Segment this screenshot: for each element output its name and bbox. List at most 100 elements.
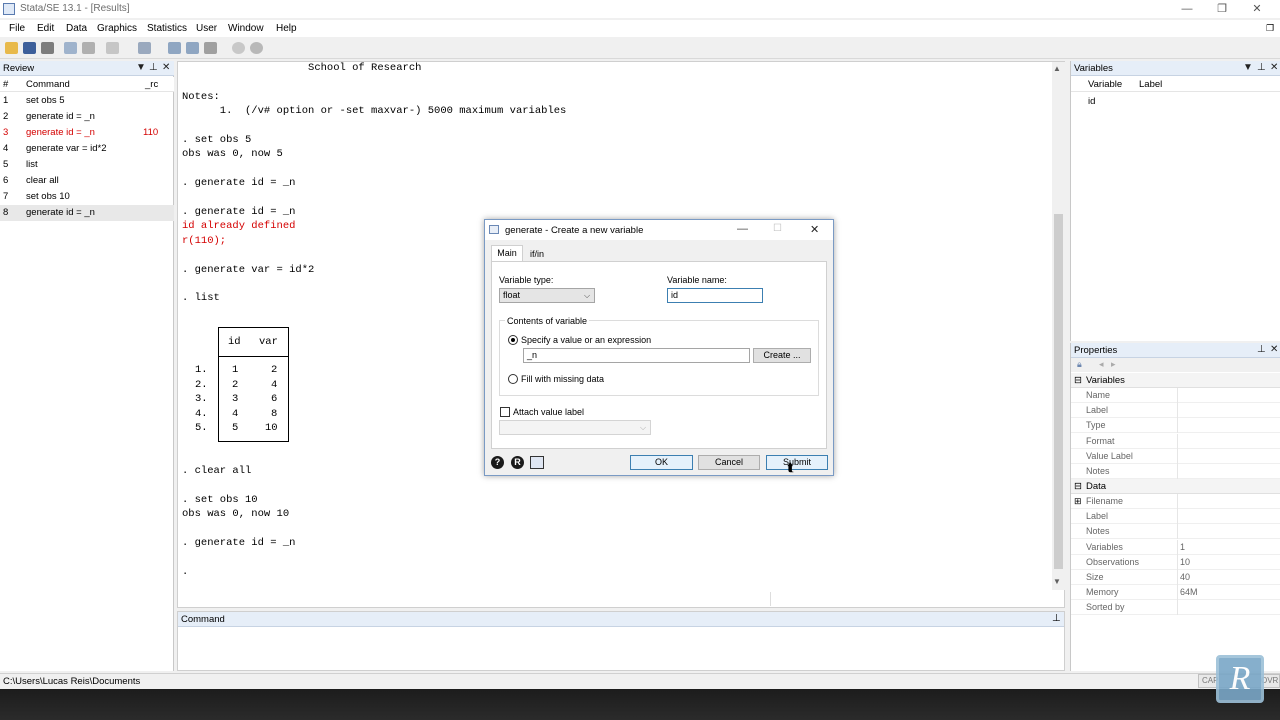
menu-help[interactable]: Help [276,23,297,34]
dialog-close-icon[interactable]: ✕ [810,223,819,236]
graph-icon[interactable] [106,42,119,54]
help-icon[interactable]: ? [491,456,504,469]
property-row[interactable]: Notes [1071,524,1280,540]
print-icon[interactable] [41,42,54,54]
menu-file[interactable]: File [9,23,25,34]
collapse-icon[interactable]: ⊟ [1074,373,1082,388]
ok-button[interactable]: OK [630,455,693,470]
properties-data-section[interactable]: ⊟ Data [1071,479,1280,494]
create-button[interactable]: Create ... [753,348,811,363]
do-file-editor-icon[interactable] [138,42,151,54]
forward-arrow-icon[interactable]: ▸ [1111,359,1116,370]
open-icon[interactable] [5,42,18,54]
reset-icon[interactable]: R [511,456,524,469]
property-label: Size [1086,572,1104,582]
cancel-button[interactable]: Cancel [698,455,760,470]
more-icon[interactable] [232,42,245,54]
save-icon[interactable] [23,42,36,54]
col-command[interactable]: Command [26,79,70,90]
col-rc[interactable]: _rc [145,79,158,90]
property-row[interactable]: Variables 1 [1071,539,1280,555]
expression-input[interactable]: _n [523,348,750,363]
results-line: obs was 0, now 5 [182,148,283,161]
properties-close-icon[interactable]: ✕ [1270,344,1278,355]
dialog-maximize-icon[interactable]: ☐ [773,223,782,234]
property-row[interactable]: Size 40 [1071,570,1280,585]
variable-type-select[interactable]: float ⌵ [499,288,595,303]
missing-radio[interactable] [508,374,518,384]
variable-name-input[interactable]: id [667,288,763,303]
menu-window[interactable]: Window [228,23,264,34]
minimize-button[interactable]: — [1170,0,1204,18]
property-row[interactable]: Format [1071,433,1280,449]
variables-filter-icon[interactable]: ▼ [1243,62,1253,73]
data-browser-icon[interactable] [186,42,199,54]
col-label[interactable]: Label [1139,79,1162,90]
review-row[interactable]: 2 generate id = _n [0,109,174,125]
command-pin-icon[interactable]: ⊥ [1052,613,1061,624]
menu-graphics[interactable]: Graphics [97,23,137,34]
review-row[interactable]: 7 set obs 10 [0,189,174,205]
property-row[interactable]: Label [1071,509,1280,525]
attach-label-checkbox[interactable] [500,407,510,417]
collapse-icon[interactable]: ⊟ [1074,479,1082,494]
command-pane[interactable]: Command ⊥ [177,611,1065,671]
review-row[interactable]: 4 generate var = id*2 [0,141,174,157]
col-variable[interactable]: Variable [1088,79,1122,90]
property-row[interactable]: Observations 10 [1071,554,1280,570]
viewer-icon[interactable] [82,42,95,54]
section-label: Variables [1086,375,1125,386]
menu-statistics[interactable]: Statistics [147,23,187,34]
tab-if-in[interactable]: if/in [525,247,549,262]
menu-restore-icon[interactable]: ❐ [1266,23,1274,34]
data-editor-icon[interactable] [168,42,181,54]
copy-command-icon[interactable] [530,456,544,469]
scroll-up-icon[interactable]: ▲ [1053,64,1061,73]
review-row[interactable]: 8 generate id = _n [0,205,174,221]
property-row[interactable]: ⊞ Filename [1071,494,1280,509]
property-row[interactable]: Memory 64M [1071,585,1280,601]
review-row[interactable]: 5 list [0,157,174,173]
property-row[interactable]: Value Label [1071,448,1280,464]
property-label: Variables [1086,541,1123,552]
menu-data[interactable]: Data [66,23,87,34]
pin-icon[interactable]: ⊥ [149,62,158,73]
back-arrow-icon[interactable]: ◂ [1099,359,1104,370]
review-row[interactable]: 3 generate id = _n 110 [0,125,174,141]
value-label-select[interactable]: ⌵ [499,420,651,435]
tab-main[interactable]: Main [491,245,523,262]
review-row[interactable]: 1 set obs 5 [0,93,174,109]
property-label: Name [1086,390,1111,400]
review-row[interactable]: 6 clear all [0,173,174,189]
property-row[interactable]: Name [1071,388,1280,403]
property-row[interactable]: Type [1071,418,1280,434]
log-icon[interactable] [64,42,77,54]
variables-close-icon[interactable]: ✕ [1270,62,1278,73]
submit-button[interactable]: Submit [766,455,828,470]
results-scroll-thumb[interactable] [1054,214,1063,569]
scroll-down-icon[interactable]: ▼ [1053,577,1061,586]
close-button[interactable]: ✕ [1240,0,1274,18]
property-row[interactable]: Sorted by [1071,600,1280,616]
variables-pin-icon[interactable]: ⊥ [1257,62,1266,73]
list-var: 2 [271,364,278,376]
results-line: . [182,565,189,578]
list-id: 4 [232,407,239,420]
filter-icon[interactable]: ▼ [136,62,146,73]
property-row[interactable]: Notes [1071,464,1280,479]
property-row[interactable]: Label [1071,403,1280,419]
expand-icon[interactable]: ⊞ [1074,494,1082,509]
lock-icon[interactable]: 🔒︎ [1077,359,1082,370]
break-icon[interactable] [250,42,263,54]
variables-manager-icon[interactable] [204,42,217,54]
expression-radio[interactable] [508,335,518,345]
properties-variables-section[interactable]: ⊟ Variables [1071,373,1280,388]
menu-user[interactable]: User [196,23,217,34]
col-number[interactable]: # [3,79,8,90]
restore-button[interactable]: ❐ [1205,0,1239,18]
properties-pin-icon[interactable]: ⊥ [1257,344,1266,355]
dialog-minimize-icon[interactable]: — [737,223,748,235]
variable-row-id[interactable]: id [1088,96,1095,107]
menu-edit[interactable]: Edit [37,23,54,34]
close-pane-icon[interactable]: ✕ [162,62,170,73]
